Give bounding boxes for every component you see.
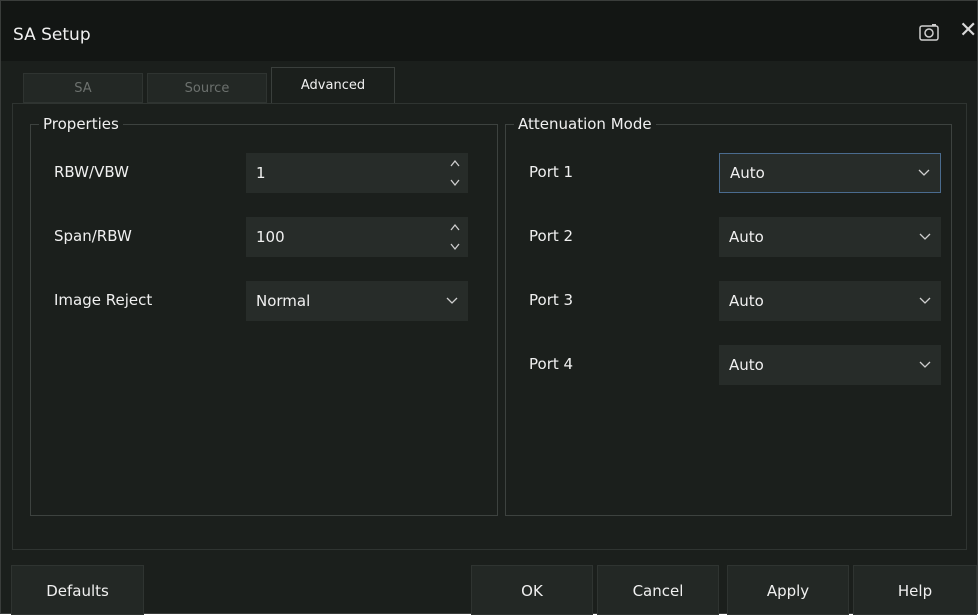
span-rbw-spinbox[interactable]: 100 <box>246 217 468 257</box>
port-2-value: Auto <box>729 228 764 246</box>
spin-down-icon[interactable] <box>450 243 460 251</box>
rbw-vbw-label: RBW/VBW <box>54 163 129 181</box>
chevron-down-icon <box>919 361 931 368</box>
port-1-select[interactable]: Auto <box>719 153 941 193</box>
spin-up-icon[interactable] <box>450 159 460 167</box>
properties-group: Properties RBW/VBW 1 Span/RBW 100 Image … <box>30 114 498 516</box>
image-reject-select[interactable]: Normal <box>246 281 468 321</box>
rbw-vbw-value: 1 <box>256 164 266 182</box>
port-4-label: Port 4 <box>529 355 574 373</box>
chevron-down-icon <box>918 169 930 176</box>
chevron-down-icon <box>919 233 931 240</box>
close-icon[interactable]: ✕ <box>959 20 977 42</box>
port-3-select[interactable]: Auto <box>719 281 941 321</box>
span-rbw-label: Span/RBW <box>54 227 132 245</box>
port-3-label: Port 3 <box>529 291 574 309</box>
tab-sa[interactable]: SA <box>23 73 143 103</box>
attenuation-mode-group: Attenuation Mode Port 1 Auto Port 2 Auto… <box>505 114 952 516</box>
properties-title: Properties <box>39 114 123 134</box>
rbw-vbw-spinbox[interactable]: 1 <box>246 153 468 193</box>
port-4-value: Auto <box>729 356 764 374</box>
port-2-select[interactable]: Auto <box>719 217 941 257</box>
ok-button[interactable]: OK <box>471 565 593 615</box>
tab-advanced[interactable]: Advanced <box>271 67 395 103</box>
port-1-label: Port 1 <box>529 163 574 181</box>
help-button[interactable]: Help <box>853 565 977 615</box>
port-4-select[interactable]: Auto <box>719 345 941 385</box>
port-2-label: Port 2 <box>529 227 574 245</box>
chevron-down-icon <box>446 297 458 304</box>
sa-setup-dialog: SA Setup ✕ SA Source Advanced Properties… <box>0 0 978 615</box>
dialog-title: SA Setup <box>13 25 91 45</box>
image-reject-label: Image Reject <box>54 291 153 309</box>
span-rbw-value: 100 <box>256 228 285 246</box>
apply-button[interactable]: Apply <box>727 565 849 615</box>
spin-up-icon[interactable] <box>450 223 460 231</box>
chevron-down-icon <box>919 297 931 304</box>
spin-down-icon[interactable] <box>450 179 460 187</box>
port-1-value: Auto <box>730 164 765 182</box>
defaults-button[interactable]: Defaults <box>11 565 144 615</box>
port-3-value: Auto <box>729 292 764 310</box>
title-bar: SA Setup ✕ <box>1 1 977 61</box>
cancel-button[interactable]: Cancel <box>597 565 719 615</box>
advanced-tab-panel: Properties RBW/VBW 1 Span/RBW 100 Image … <box>12 103 967 550</box>
camera-icon[interactable] <box>919 23 939 41</box>
tab-source[interactable]: Source <box>147 73 267 103</box>
attenuation-mode-title: Attenuation Mode <box>514 114 656 134</box>
image-reject-value: Normal <box>256 292 311 310</box>
